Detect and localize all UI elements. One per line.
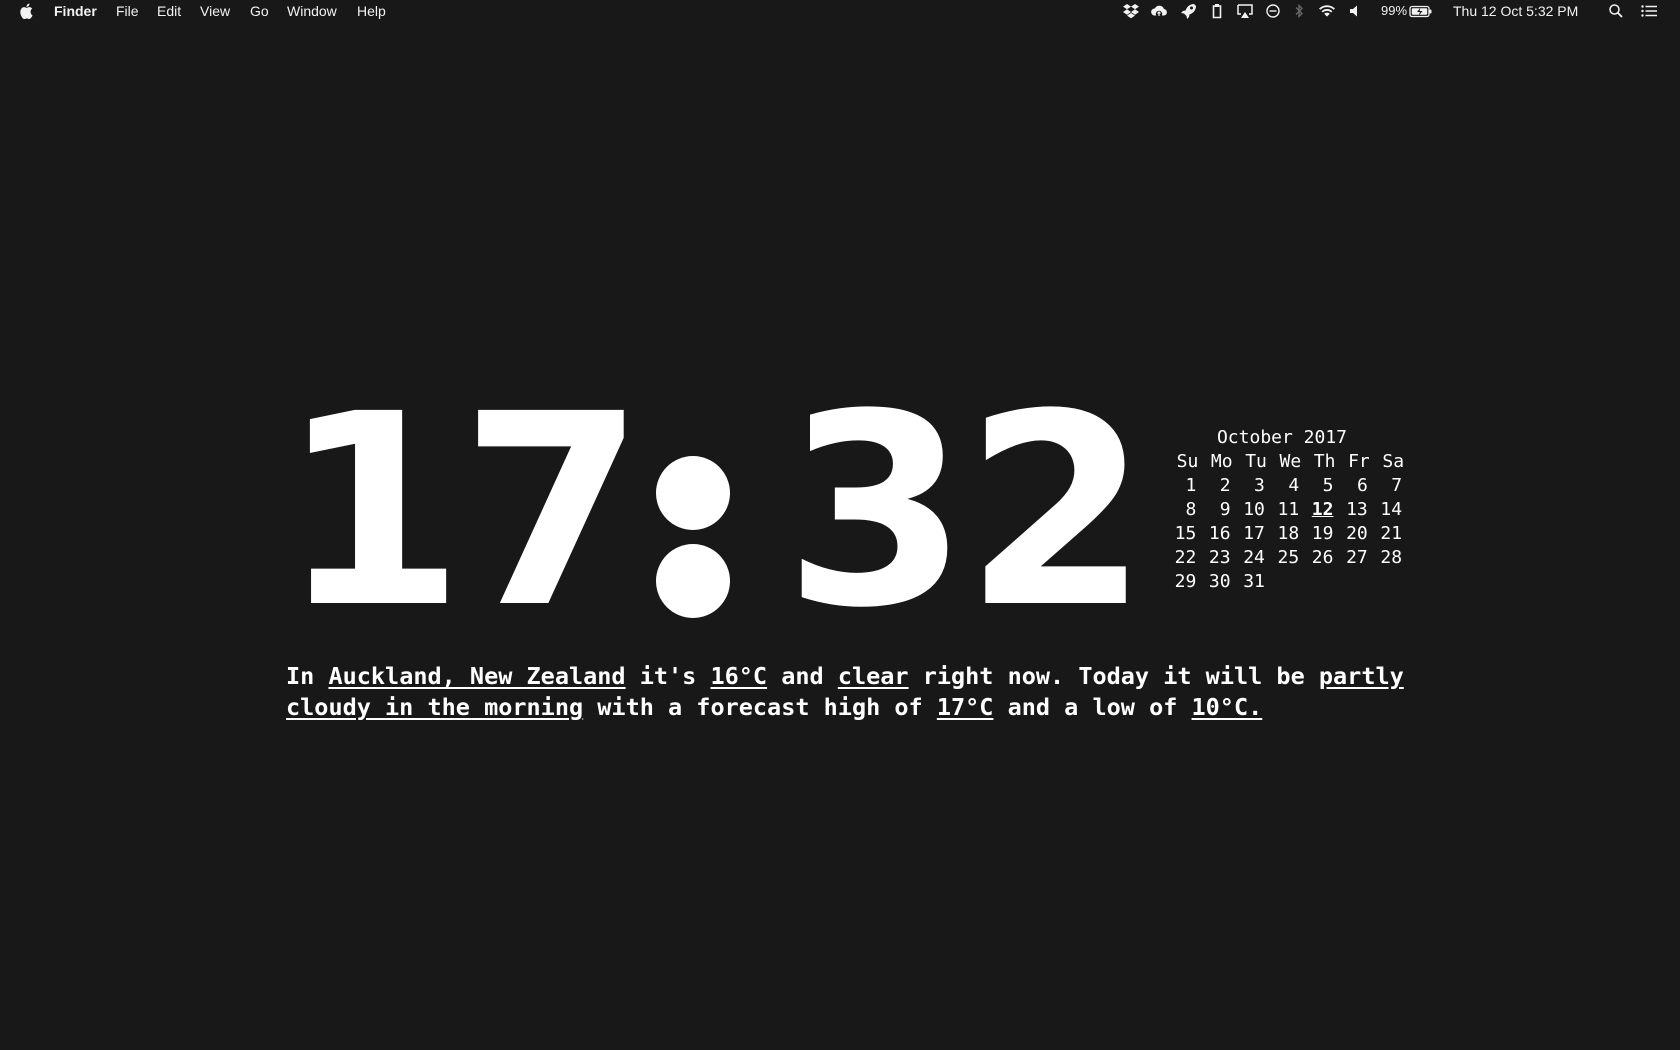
menu-bar: Finder File Edit View Go Window Help 99%… [0,0,1680,22]
calendar-day: 16 [1208,523,1231,544]
notification-center-icon[interactable] [1640,3,1658,19]
weather-low-temp: 10°C. [1191,693,1263,721]
bluetooth-icon[interactable] [1290,3,1308,19]
calendar-day: 14 [1380,499,1403,520]
calendar-day-today: 12 [1311,499,1334,520]
clipboard-icon[interactable] [1208,3,1226,19]
calendar-day: 6 [1356,475,1368,496]
calendar-day: 29 [1174,571,1197,592]
menu-help[interactable]: Help [357,3,386,19]
rocket-icon[interactable] [1179,3,1197,19]
calendar-grid: Su Mo Tu We Th Fr Sa 1 2 3 4 5 6 7 8 9 1… [1164,450,1404,594]
calendar-day: 10 [1243,499,1265,520]
weather-text: and a low of [993,693,1192,721]
calendar-weekday: Th [1313,451,1336,472]
calendar-day: 9 [1219,499,1231,520]
weather-text: right now. Today it will be [908,662,1319,690]
weather-text: with a forecast high of [583,693,937,721]
calendar-day: 30 [1208,571,1231,592]
calendar-widget: October 2017 Su Mo Tu We Th Fr Sa 1 2 3 … [1164,426,1404,594]
menu-view[interactable]: View [200,3,230,19]
calendar-day: 25 [1277,547,1300,568]
weather-text: In [286,662,329,690]
calendar-day: 2 [1219,475,1231,496]
calendar-weekday: Su [1176,451,1199,472]
calendar-day: 15 [1174,523,1197,544]
calendar-day: 24 [1243,547,1265,568]
cloud-upload-icon[interactable] [1150,3,1168,19]
calendar-weekday: Mo [1210,451,1233,472]
menu-edit[interactable]: Edit [157,3,181,19]
calendar-day: 31 [1243,571,1265,592]
battery-percent[interactable]: 99% [1381,3,1407,19]
calendar-weekday: Tu [1245,451,1267,472]
calendar-day: 20 [1346,523,1368,544]
calendar-weekday: Fr [1348,451,1370,472]
clock-hours: 17 [280,358,645,666]
calendar-weekday: We [1279,451,1302,472]
clock-colon-top-dot [656,456,730,530]
dropbox-icon[interactable] [1122,3,1140,19]
calendar-day: 13 [1346,499,1368,520]
calendar-day: 18 [1277,523,1300,544]
menu-datetime[interactable]: Thu 12 Oct 5:32 PM [1453,3,1578,19]
wifi-icon[interactable] [1318,3,1336,19]
calendar-day: 11 [1277,499,1300,520]
weather-current-temp: 16°C [710,662,768,690]
calendar-day: 27 [1346,547,1368,568]
menu-go[interactable]: Go [250,3,269,19]
calendar-day: 8 [1185,499,1197,520]
clock-minutes: 32 [784,358,1149,666]
menu-window[interactable]: Window [287,3,337,19]
weather-current-condition: clear [837,662,909,690]
weather-summary: In Auckland, New Zealand it's 16°C and c… [286,661,1406,723]
menu-app-name[interactable]: Finder [54,3,97,19]
do-not-disturb-icon[interactable] [1264,3,1282,19]
calendar-day: 3 [1254,475,1265,496]
spotlight-icon[interactable] [1607,3,1625,19]
weather-text: it's [625,662,711,690]
calendar-day: 19 [1311,523,1334,544]
battery-icon[interactable] [1409,3,1433,19]
clock-colon-bottom-dot [656,544,730,618]
desktop-clock: 17 32 [280,358,1149,666]
calendar-day: 28 [1380,547,1403,568]
weather-text: and [767,662,838,690]
calendar-day: 1 [1185,475,1197,496]
calendar-day: 23 [1208,547,1231,568]
volume-icon[interactable] [1347,3,1365,19]
calendar-day: 21 [1380,523,1403,544]
calendar-day: 5 [1322,475,1334,496]
calendar-day: 7 [1391,475,1403,496]
calendar-day: 26 [1311,547,1334,568]
apple-icon[interactable] [19,3,33,19]
menu-file[interactable]: File [116,3,139,19]
calendar-day: 4 [1288,475,1300,496]
calendar-day: 22 [1174,547,1197,568]
calendar-day: 17 [1243,523,1265,544]
airplay-icon[interactable] [1236,3,1254,19]
weather-location: Auckland, New Zealand [328,662,626,690]
calendar-weekday: Sa [1382,451,1405,472]
calendar-month-title: October 2017 [1216,427,1348,448]
weather-high-temp: 17°C [936,693,994,721]
